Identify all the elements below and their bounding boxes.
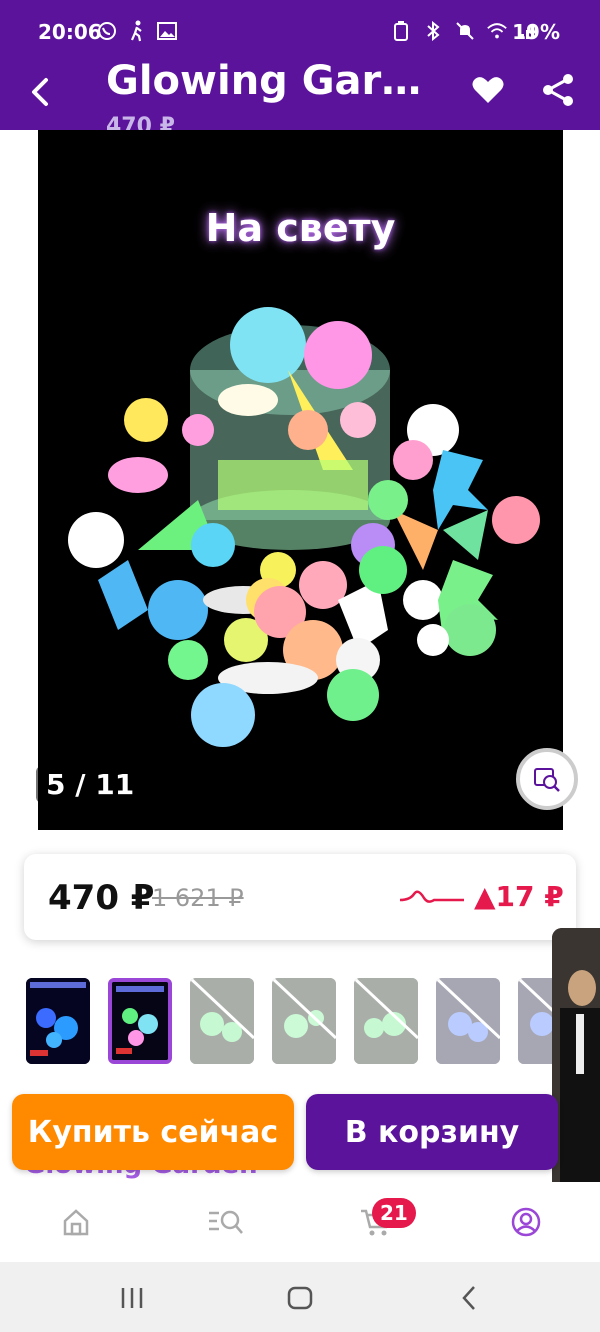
wifi-icon — [486, 20, 508, 42]
price-card: 470 ₽ 1 621 ₽ ▲17 ₽ — [24, 854, 576, 940]
thumbnail[interactable] — [190, 978, 254, 1064]
nav-profile[interactable] — [506, 1202, 546, 1242]
share-button[interactable] — [540, 72, 576, 108]
profile-icon — [511, 1207, 541, 1237]
thumbnail[interactable] — [354, 978, 418, 1064]
page-title: Glowing Garden... — [106, 58, 446, 104]
catalog-search-icon — [209, 1210, 243, 1234]
old-price: 1 621 ₽ — [152, 884, 244, 912]
thumbnail-active[interactable] — [108, 978, 172, 1064]
price-trend-icon — [400, 890, 464, 903]
arrow-left-icon — [32, 78, 48, 106]
bluetooth-icon — [422, 20, 444, 42]
glowing-shells-illustration — [68, 307, 540, 747]
battery-level: 19% — [512, 20, 560, 44]
back-button[interactable] — [22, 72, 62, 112]
gallery-icon — [156, 20, 178, 42]
share-icon — [543, 74, 573, 106]
system-navigation-bar — [0, 1262, 600, 1332]
status-left-icons — [96, 20, 178, 42]
heart-icon — [472, 77, 504, 103]
favorite-button[interactable] — [470, 72, 506, 108]
nav-home[interactable] — [56, 1202, 96, 1242]
header-price: 470 ₽ — [106, 114, 175, 130]
visual-search-button[interactable] — [516, 748, 578, 810]
nav-catalog[interactable] — [206, 1202, 246, 1242]
recent-apps-button[interactable] — [118, 1284, 146, 1312]
cart-count-badge: 21 — [372, 1198, 416, 1228]
home-square-icon — [287, 1286, 313, 1310]
chevron-left-icon — [462, 1286, 475, 1310]
bottom-navigation — [0, 1182, 600, 1262]
whatsapp-icon — [96, 20, 118, 42]
walking-icon — [126, 20, 148, 42]
back-system-button[interactable] — [456, 1284, 484, 1312]
thumbnail[interactable] — [26, 978, 90, 1064]
thumbnail[interactable] — [272, 978, 336, 1064]
home-icon — [63, 1209, 89, 1236]
recent-apps-icon — [121, 1288, 143, 1308]
price-change[interactable]: ▲17 ₽ — [474, 880, 564, 913]
thumbnail-strip — [24, 976, 600, 1066]
thumbnail[interactable] — [436, 978, 500, 1064]
battery-saver-icon — [390, 20, 412, 42]
status-time: 20:06 — [38, 20, 102, 44]
current-price: 470 ₽ — [48, 878, 155, 918]
buy-now-button[interactable]: Купить сейчас — [12, 1094, 294, 1170]
app-header: Glowing Garden... 470 ₽ — [0, 48, 600, 130]
image-search-icon — [534, 768, 560, 792]
add-to-cart-button[interactable]: В корзину — [306, 1094, 558, 1170]
mute-icon — [454, 20, 476, 42]
product-image[interactable]: На свету — [38, 130, 563, 830]
home-system-button[interactable] — [286, 1284, 314, 1312]
image-counter: 5 / 11 — [36, 766, 145, 803]
